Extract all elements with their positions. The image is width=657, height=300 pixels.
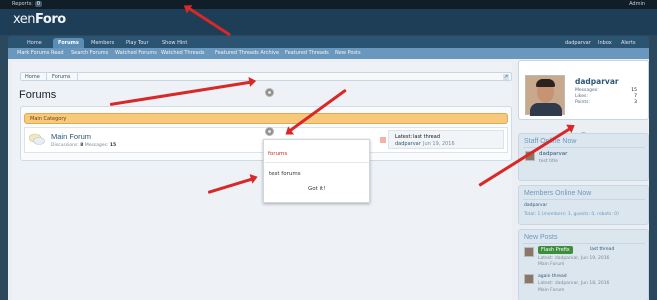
section-divider: [523, 243, 645, 244]
forum-name[interactable]: Main Forum: [51, 132, 91, 141]
category-header[interactable]: Main Category: [24, 113, 508, 124]
stat-value: 3: [634, 100, 637, 105]
stat-label: Messages:: [575, 88, 599, 93]
logo-part2: Foro: [35, 12, 66, 27]
header: xenForo: [0, 9, 657, 35]
subnav-watched-forums[interactable]: Watched Forums: [115, 48, 157, 59]
post-title[interactable]: again thread: [538, 274, 567, 279]
last-post-user[interactable]: dadparvar: [395, 141, 421, 147]
post-forum[interactable]: Main Forum: [538, 288, 564, 293]
members-online-panel: Members Online Now dadparvar Total: 1 (m…: [518, 185, 649, 225]
logo-part1: xen: [13, 12, 36, 27]
subnav-featured-archive[interactable]: Featured Threads Archive: [215, 48, 279, 59]
rss-icon[interactable]: [380, 137, 386, 143]
admin-bar: Reports: 0 Admin: [0, 0, 657, 9]
got-it-button[interactable]: Got it!: [308, 186, 325, 192]
last-post-thread[interactable]: last thread: [413, 134, 440, 140]
category-title: Main Category: [30, 116, 67, 122]
subnav-watched-threads[interactable]: Watched Threads: [161, 48, 205, 59]
stat-label: Likes:: [575, 94, 588, 99]
hint-dot-icon[interactable]: [265, 127, 274, 136]
discussions-count: 8: [80, 143, 84, 148]
post-forum[interactable]: Main Forum: [538, 262, 564, 267]
sidebar: dadparvar Messages: 15 Likes: 7 Points: …: [518, 59, 649, 300]
profile-username[interactable]: dadparvar: [575, 77, 619, 86]
breadcrumb-divider: [41, 73, 47, 81]
avatar[interactable]: [525, 75, 565, 116]
messages-count: 15: [109, 143, 117, 148]
forum-speech-icon: [29, 133, 45, 145]
tab-home[interactable]: Home: [22, 38, 47, 48]
staff-role: test title: [539, 159, 558, 164]
breadcrumb-home[interactable]: Home: [25, 74, 40, 80]
new-posts-title: New Posts: [524, 234, 558, 241]
staff-online-panel: Staff Online Now dadparvar test title: [518, 133, 649, 181]
visitor-panel: dadparvar Messages: 15 Likes: 7 Points: …: [518, 60, 649, 120]
forum-stats: Discussions: 8 Messages: 15: [51, 143, 116, 148]
breadcrumb-divider: [72, 73, 78, 81]
breadcrumb-forums[interactable]: Forums: [52, 74, 70, 80]
subnav-mark-forums-read[interactable]: Mark Forums Read: [17, 48, 64, 59]
sub-nav: Mark Forums Read Search Forums Watched F…: [8, 48, 649, 59]
alerts-link[interactable]: Alerts: [616, 38, 641, 48]
post-meta: Latest: dadparvar, Jun 19, 2016: [538, 256, 610, 261]
tab-play-tour[interactable]: Play Tour: [121, 38, 154, 48]
nav-bar: Home Forums Members Play Tour Show Hint …: [8, 36, 649, 48]
post-meta: Latest: dadparvar, Jun 18, 2016: [538, 281, 610, 286]
flash-prefix-badge[interactable]: Flash Prefix: [538, 246, 573, 254]
online-totals: Total: 1 (members: 1, guests: 0, robots:…: [524, 212, 619, 217]
post-avatar[interactable]: [524, 274, 534, 284]
discussions-label: Discussions:: [51, 143, 79, 148]
stat-value: 15: [631, 88, 637, 93]
content-area: [12, 62, 512, 300]
post-avatar[interactable]: [524, 247, 534, 257]
stat-value: 7: [634, 94, 637, 99]
inbox-link[interactable]: Inbox: [593, 38, 617, 48]
online-member[interactable]: dadparvar: [524, 203, 547, 208]
staff-username[interactable]: dadparvar: [539, 151, 567, 157]
tab-forums[interactable]: Forums: [53, 38, 84, 48]
hint-highlight: forums: [268, 151, 288, 157]
post-title[interactable]: last thread: [590, 247, 614, 252]
breadcrumb: Home Forums ↗: [20, 72, 512, 81]
reports-label: Reports:: [12, 1, 33, 7]
tab-show-hint[interactable]: Show Hint: [157, 38, 192, 48]
subnav-featured-threads[interactable]: Featured Threads: [285, 48, 329, 59]
messages-label: Messages:: [84, 143, 109, 148]
jump-menu-icon[interactable]: ↗: [503, 74, 509, 80]
page-title: Forums: [19, 89, 57, 101]
stat-label: Points:: [575, 100, 591, 105]
last-post: Latest: last thread dadparvar Jun 19, 20…: [388, 130, 504, 149]
subnav-new-posts[interactable]: New Posts: [335, 48, 361, 59]
last-post-label: Latest:: [395, 134, 413, 140]
section-divider: [523, 199, 645, 200]
subnav-search-forums[interactable]: Search Forums: [71, 48, 108, 59]
members-online-title: Members Online Now: [524, 190, 592, 197]
hint-text: test forums: [269, 171, 301, 177]
account-link[interactable]: dadparvar: [560, 38, 596, 48]
tab-members[interactable]: Members: [86, 38, 119, 48]
hint-dot-icon[interactable]: [265, 88, 274, 97]
new-posts-panel: New Posts Flash Prefix last thread Lates…: [518, 229, 649, 300]
hint-popup: forums test forums Got it!: [263, 139, 370, 203]
logo[interactable]: xenForo: [13, 12, 66, 27]
hint-divider: [265, 162, 369, 163]
reports-link[interactable]: Reports: 0: [12, 1, 43, 7]
last-post-date: Jun 19, 2016: [423, 141, 455, 147]
admin-link[interactable]: Admin: [629, 1, 645, 7]
reports-count-badge: 0: [34, 1, 43, 7]
